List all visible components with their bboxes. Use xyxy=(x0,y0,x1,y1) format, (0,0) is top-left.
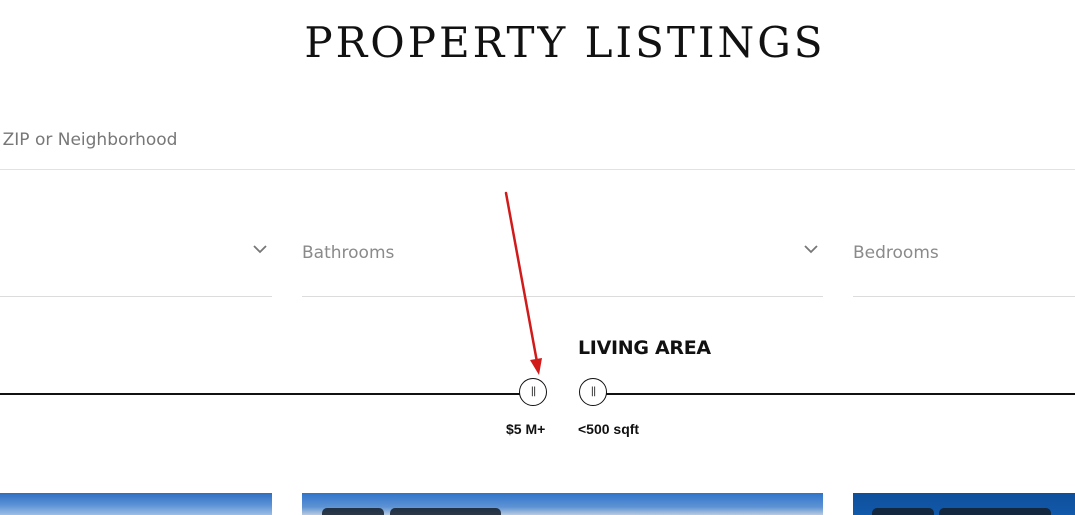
price-slider-handle[interactable]: || xyxy=(519,378,547,406)
chevron-down-icon xyxy=(804,245,818,254)
select-bedrooms[interactable]: Bedrooms xyxy=(853,225,1075,297)
page-title: PROPERTY LISTINGS xyxy=(304,18,826,67)
property-listings-page: PROPERTY LISTINGS Bathrooms Bedrooms LIV… xyxy=(0,0,1075,515)
chevron-down-icon xyxy=(253,245,267,254)
select-label: Bathrooms xyxy=(302,243,395,263)
listing-badge xyxy=(939,508,1051,515)
listing-card[interactable] xyxy=(302,493,823,515)
listing-badge xyxy=(390,508,501,515)
listing-badge xyxy=(322,508,384,515)
living-area-slider-handle[interactable]: || xyxy=(579,378,607,406)
select-label: Bedrooms xyxy=(853,243,939,263)
living-area-slider-track[interactable] xyxy=(606,393,1075,395)
living-area-heading: LIVING AREA xyxy=(578,337,711,359)
price-slider-value: $5 M+ xyxy=(506,421,546,437)
select-price-range[interactable] xyxy=(0,225,272,297)
listing-card[interactable] xyxy=(0,493,272,515)
listing-card[interactable] xyxy=(853,493,1075,515)
living-area-slider-value: <500 sqft xyxy=(578,421,640,437)
grip-icon: || xyxy=(530,386,537,397)
price-slider-track[interactable] xyxy=(0,393,520,395)
listing-badge xyxy=(872,508,934,515)
search-input[interactable] xyxy=(0,110,1075,170)
select-bathrooms[interactable]: Bathrooms xyxy=(302,225,823,297)
grip-icon: || xyxy=(590,386,597,397)
